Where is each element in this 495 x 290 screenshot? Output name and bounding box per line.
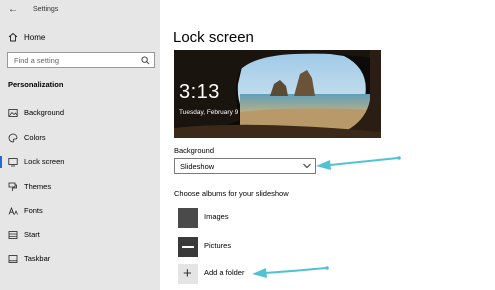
sidebar-item-taskbar[interactable]: Taskbar: [0, 250, 160, 268]
main-content: Lock screen 3:13 Tuesday, February 9 Bac…: [160, 0, 495, 290]
plus-icon: +: [183, 265, 192, 282]
album-thumbnail: [178, 237, 198, 257]
preview-date: Tuesday, February 9: [179, 109, 239, 116]
sidebar-item-start[interactable]: Start: [0, 226, 160, 244]
sidebar-item-background[interactable]: Background: [0, 104, 160, 122]
app-title: Settings: [33, 6, 59, 13]
active-indicator: [0, 156, 2, 168]
sidebar-item-label: Themes: [24, 182, 52, 191]
preview-time: 3:13: [179, 81, 220, 103]
sidebar-item-themes[interactable]: Themes: [0, 178, 160, 196]
album-item-pictures[interactable]: Pictures: [178, 237, 298, 257]
chevron-down-icon: [303, 163, 311, 169]
sidebar-item-fonts[interactable]: Fonts: [0, 202, 160, 220]
lock-screen-icon: [8, 158, 18, 167]
brush-icon: [8, 182, 17, 191]
home-label: Home: [24, 33, 46, 42]
lock-screen-preview: 3:13 Tuesday, February 9: [174, 50, 381, 138]
search-input[interactable]: Find a setting: [7, 52, 155, 68]
add-folder-button[interactable]: + Add a folder: [178, 264, 298, 284]
sidebar-item-colors[interactable]: Colors: [0, 129, 160, 147]
sidebar-item-label: Start: [24, 230, 40, 239]
album-label: Pictures: [204, 241, 232, 250]
album-thumbnail: [178, 208, 198, 228]
background-dropdown[interactable]: Slideshow: [174, 158, 316, 174]
sidebar-item-lock-screen[interactable]: Lock screen: [0, 153, 160, 171]
sidebar-item-label: Lock screen: [24, 157, 65, 166]
search-icon[interactable]: [141, 56, 150, 65]
add-folder-tile: +: [178, 264, 198, 284]
home-nav-item[interactable]: Home: [0, 29, 160, 47]
palette-icon: [8, 133, 18, 143]
back-arrow-icon[interactable]: ←: [8, 5, 18, 15]
sidebar-item-label: Colors: [24, 133, 46, 142]
album-label: Images: [204, 212, 229, 221]
sidebar: ← Settings Home Find a setting Personali…: [0, 0, 160, 290]
albums-label: Choose albums for your slideshow: [174, 189, 289, 198]
sidebar-item-label: Background: [24, 108, 65, 117]
sidebar-item-label: Fonts: [24, 206, 43, 215]
taskbar-icon: [8, 255, 18, 263]
section-title: Personalization: [8, 80, 64, 89]
start-icon: [8, 231, 18, 239]
title-bar: ← Settings: [0, 0, 160, 22]
album-item-images[interactable]: Images: [178, 208, 298, 228]
sidebar-item-label: Taskbar: [24, 254, 51, 263]
page-title: Lock screen: [173, 29, 254, 46]
search-placeholder: Find a setting: [14, 56, 60, 65]
background-label: Background: [174, 146, 215, 155]
font-icon: [8, 206, 18, 215]
background-dropdown-value: Slideshow: [180, 162, 215, 171]
home-icon: [8, 32, 18, 42]
add-folder-label: Add a folder: [204, 268, 245, 277]
image-icon: [8, 109, 18, 117]
